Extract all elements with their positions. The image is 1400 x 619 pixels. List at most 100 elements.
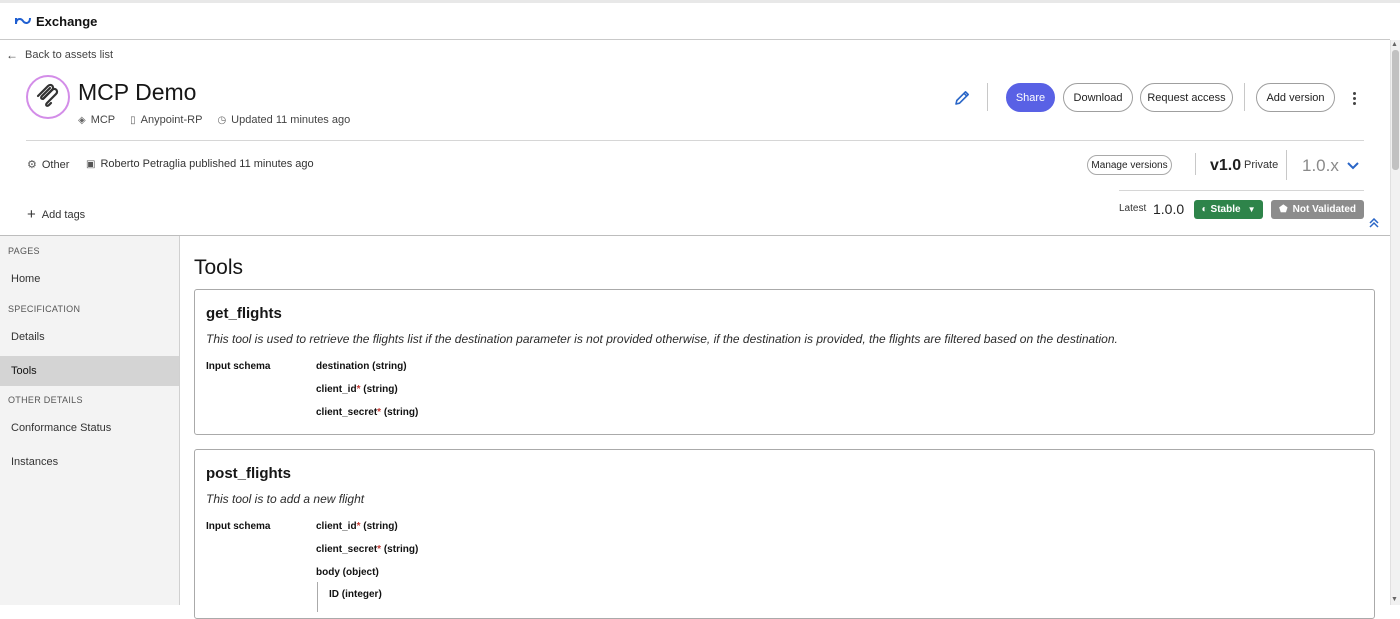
sidebar-item-tools[interactable]: Tools	[0, 356, 179, 386]
version-selector-value: 1.0.x	[1302, 156, 1339, 175]
shield-icon: ⬟	[1278, 204, 1288, 215]
scroll-up-icon[interactable]: ▲	[1391, 41, 1398, 48]
param-type: (string)	[383, 407, 419, 418]
schema-param: client_secret* (string)	[316, 407, 418, 418]
add-version-button[interactable]: Add version	[1256, 83, 1335, 112]
app-header: Exchange	[0, 3, 1390, 40]
asset-avatar	[26, 75, 70, 119]
calendar-icon: ▣	[86, 158, 96, 170]
stability-dropdown[interactable]: ◐ Stable ▼	[1194, 200, 1263, 219]
share-button[interactable]: Share	[1006, 83, 1055, 112]
asset-org: ▯ Anypoint-RP	[130, 114, 202, 126]
stable-icon: ◐	[1201, 204, 1208, 215]
toolbar-separator	[1244, 83, 1245, 111]
plus-icon: +	[27, 206, 36, 223]
scroll-down-icon[interactable]: ▼	[1391, 596, 1398, 603]
param-name: client_id	[316, 521, 357, 532]
chevron-down-icon	[1347, 159, 1359, 173]
schema-param: client_id* (string)	[316, 384, 398, 395]
nested-indent-line	[317, 582, 318, 612]
required-marker: *	[356, 384, 361, 395]
caret-down-icon: ▼	[1247, 205, 1256, 214]
param-type: (object)	[342, 567, 379, 578]
pencil-icon	[955, 91, 969, 105]
sidebar-item-details[interactable]: Details	[0, 322, 179, 352]
param-name: ID	[329, 589, 339, 600]
version-separator	[1286, 150, 1287, 180]
schema-param: ID (integer)	[329, 589, 382, 600]
tool-description: This tool is to add a new flight	[206, 492, 365, 506]
page-title: Tools	[194, 256, 244, 279]
back-to-assets-link[interactable]: ← Back to assets list	[6, 48, 113, 62]
add-tags-label: Add tags	[41, 208, 86, 221]
asset-meta: ◈ MCP ▯ Anypoint-RP ◷ Updated 11 minutes…	[78, 114, 365, 126]
tool-name: get_flights	[206, 305, 282, 322]
tool-description: This tool is used to retrieve the flight…	[206, 332, 1118, 346]
schema-param: client_id* (string)	[316, 521, 398, 532]
more-options-icon[interactable]	[1346, 88, 1362, 108]
app-title[interactable]: Exchange	[36, 14, 97, 29]
add-tags-button[interactable]: + Add tags	[27, 206, 85, 223]
collapse-header-icon[interactable]	[1369, 217, 1379, 231]
required-marker: *	[356, 521, 361, 532]
request-access-button[interactable]: Request access	[1140, 83, 1233, 112]
main-divider	[0, 235, 1390, 236]
current-version: v1.0	[1210, 157, 1242, 174]
version-visibility: Private	[1244, 159, 1279, 171]
download-button[interactable]: Download	[1063, 83, 1133, 112]
arrow-left-icon: ←	[6, 48, 18, 62]
tool-name: post_flights	[206, 465, 291, 482]
param-name: destination	[316, 361, 370, 372]
required-marker: *	[377, 407, 382, 418]
asset-category-label: Other	[41, 158, 70, 171]
edit-button[interactable]	[951, 87, 973, 109]
param-name: body	[316, 567, 340, 578]
schema-param: client_secret* (string)	[316, 544, 418, 555]
sidebar: PAGES Home SPECIFICATION Details Tools O…	[0, 236, 180, 605]
tool-card: get_flights This tool is used to retriev…	[194, 289, 1375, 435]
param-name: client_id	[316, 384, 357, 395]
version-separator	[1195, 153, 1196, 175]
scrollbar-thumb[interactable]	[1392, 50, 1399, 170]
schema-param: body (object)	[316, 567, 379, 578]
exchange-logo-icon[interactable]	[14, 15, 32, 27]
asset-type: ◈ MCP	[78, 114, 115, 126]
asset-org-label: Anypoint-RP	[140, 114, 203, 126]
param-type: (string)	[383, 544, 419, 555]
building-icon: ▯	[130, 114, 136, 126]
param-name: client_secret	[316, 544, 378, 555]
validation-badge: ⬟ Not Validated	[1271, 200, 1364, 219]
asset-updated-label: Updated 11 minutes ago	[231, 114, 351, 126]
sidebar-heading-pages: PAGES	[8, 246, 40, 256]
param-name: client_secret	[316, 407, 378, 418]
input-schema-label: Input schema	[206, 361, 271, 372]
validation-label: Not Validated	[1292, 204, 1357, 215]
version-divider	[1119, 190, 1364, 191]
sidebar-heading-specification: SPECIFICATION	[8, 304, 81, 314]
sidebar-heading-other-details: OTHER DETAILS	[8, 395, 83, 405]
sidebar-item-home[interactable]: Home	[0, 264, 179, 294]
param-type: (string)	[363, 521, 398, 532]
tool-card: post_flights This tool is to add a new f…	[194, 449, 1375, 619]
back-label: Back to assets list	[25, 49, 114, 61]
toolbar-separator	[987, 83, 988, 111]
input-schema-label: Input schema	[206, 521, 271, 532]
stability-label: Stable	[1210, 204, 1241, 215]
latest-version: 1.0.0	[1153, 201, 1185, 217]
published-label: Roberto Petraglia published 11 minutes a…	[100, 158, 314, 170]
param-type: (string)	[372, 361, 407, 372]
sidebar-item-conformance-status[interactable]: Conformance Status	[0, 413, 179, 443]
asset-type-label: MCP	[90, 114, 116, 126]
asset-type-icon: ◈	[78, 114, 86, 126]
param-type: (string)	[363, 384, 398, 395]
sidebar-item-instances[interactable]: Instances	[0, 447, 179, 477]
version-selector[interactable]: 1.0.x	[1302, 156, 1359, 176]
clock-icon: ◷	[217, 114, 227, 126]
latest-label: Latest	[1119, 203, 1147, 214]
schema-param: destination (string)	[316, 361, 407, 372]
manage-versions-button[interactable]: Manage versions	[1087, 155, 1172, 175]
asset-title: MCP Demo	[78, 79, 197, 105]
gear-icon: ⚙	[27, 159, 37, 171]
asset-category: ⚙ Other	[27, 158, 70, 172]
asset-updated: ◷ Updated 11 minutes ago	[217, 114, 350, 126]
